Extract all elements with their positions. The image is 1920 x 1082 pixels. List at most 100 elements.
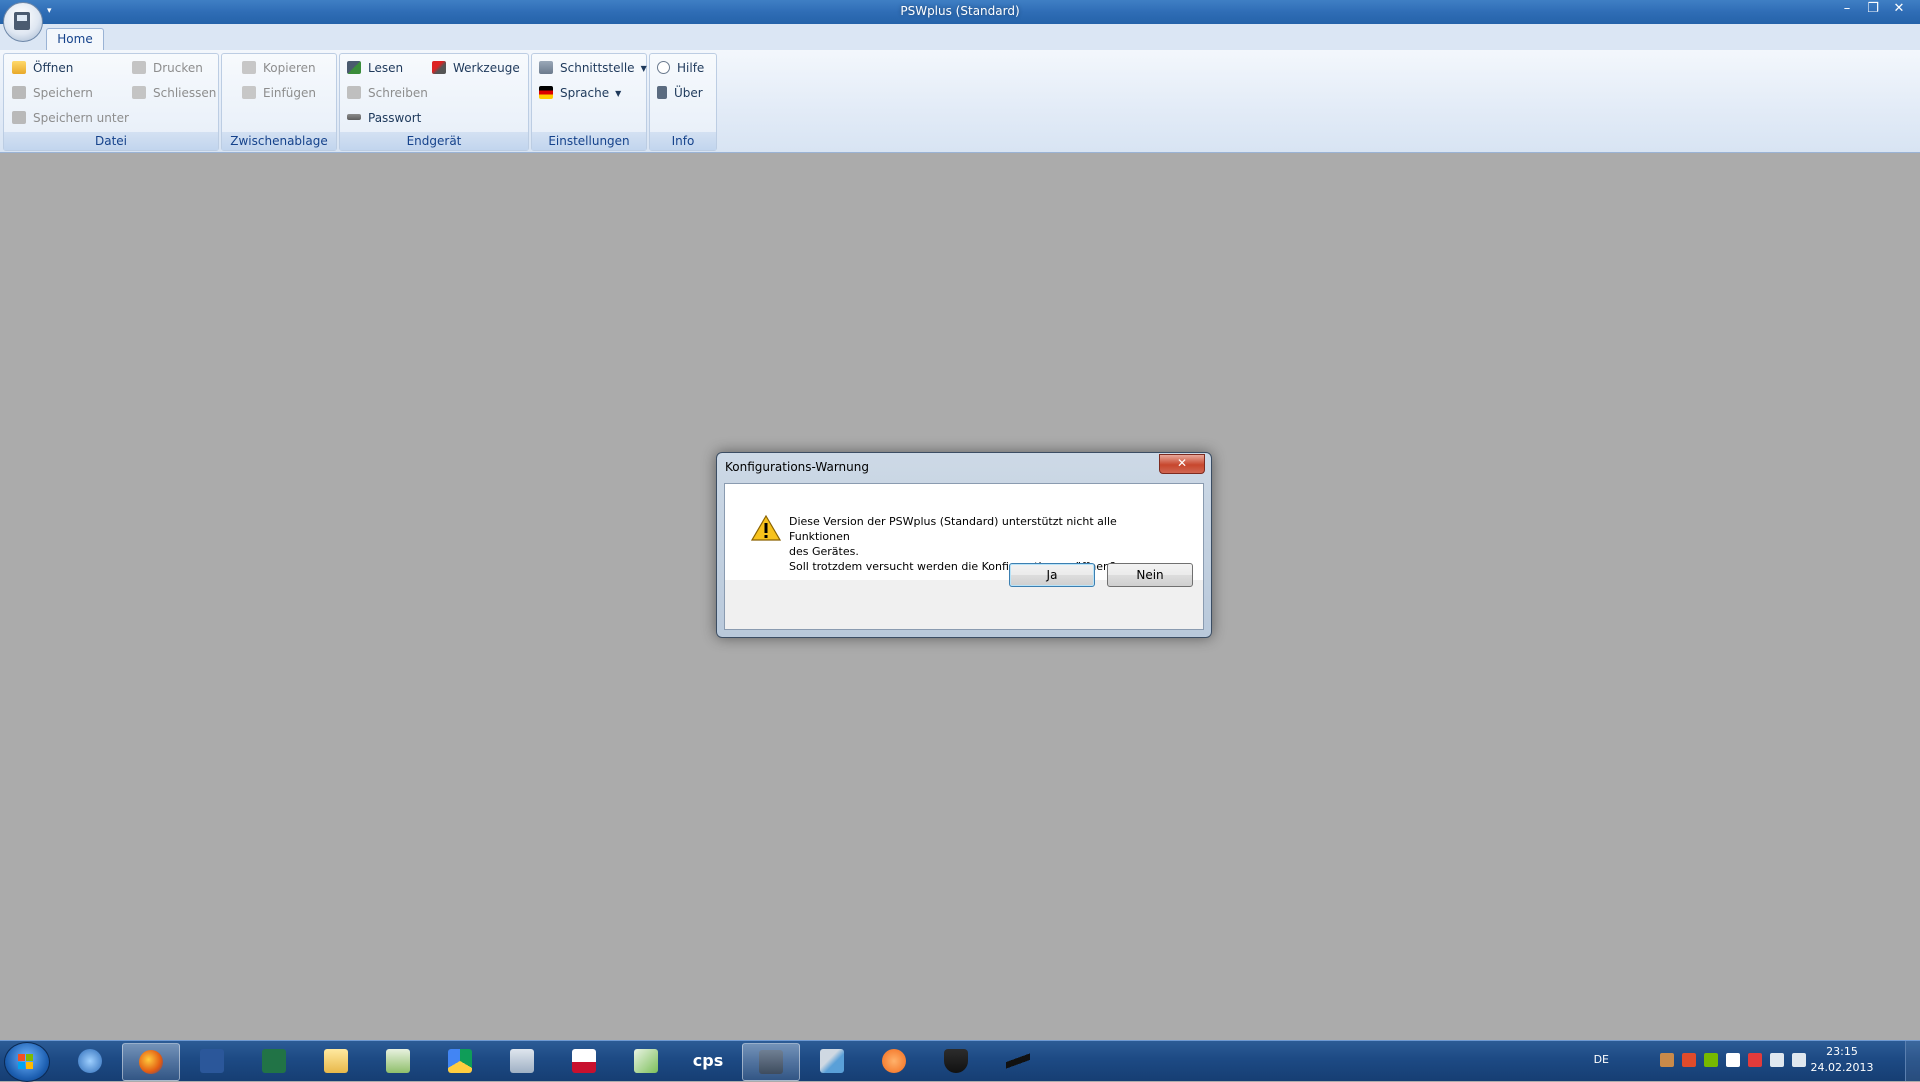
ribbon-tabstrip: Home	[0, 24, 1920, 51]
close-document-label: Schliessen	[153, 86, 217, 100]
restore-button[interactable]: ❐	[1860, 0, 1886, 18]
taskbar-item-bird-app[interactable]	[990, 1043, 1046, 1079]
open-command[interactable]: Öffnen	[12, 58, 73, 78]
quick-access-toolbar-dropdown-icon[interactable]: ▾	[47, 6, 52, 16]
network-signal-icon[interactable]	[1770, 1053, 1784, 1067]
close-document-command[interactable]: Schliessen	[132, 83, 216, 103]
config-warning-dialog: Konfigurations-Warnung ✕ Diese Version d…	[716, 452, 1212, 638]
dialog-message-line: des Gerätes.	[789, 545, 859, 558]
word-icon	[200, 1049, 224, 1073]
key-icon	[347, 114, 361, 120]
bird-app-icon	[1006, 1049, 1030, 1073]
paste-command[interactable]: Einfügen	[242, 83, 316, 103]
ribbon-group-label-datei: Datei	[4, 132, 218, 150]
interface-icon	[539, 61, 553, 74]
tray-app-icon[interactable]	[1660, 1053, 1674, 1067]
taskbar-item-mail[interactable]	[618, 1043, 674, 1079]
save-icon	[12, 86, 26, 99]
save-as-icon	[12, 111, 26, 124]
about-command[interactable]: Über	[657, 83, 703, 103]
tab-home[interactable]: Home	[46, 28, 104, 51]
ribbon-group-einstellungen: Schnittstelle ▼ Sprache ▼ Einstellungen	[531, 53, 647, 151]
no-button[interactable]: Nein	[1107, 563, 1193, 587]
help-command[interactable]: Hilfe	[657, 58, 704, 78]
ribbon-group-endgeraet: Lesen Schreiben Passwort Werkzeuge Endge…	[339, 53, 529, 151]
pswplus-icon	[759, 1050, 783, 1074]
read-device-icon	[347, 61, 361, 74]
tools-label: Werkzeuge	[453, 61, 520, 75]
nvidia-icon[interactable]	[1704, 1053, 1718, 1067]
copy-label: Kopieren	[263, 61, 316, 75]
save-command[interactable]: Speichern	[12, 83, 93, 103]
taskbar-item-explorer[interactable]	[308, 1043, 364, 1079]
print-command[interactable]: Drucken	[132, 58, 203, 78]
tray-flag-icon[interactable]	[1726, 1053, 1740, 1067]
about-label: Über	[674, 86, 703, 100]
read-command[interactable]: Lesen	[347, 58, 403, 78]
save-as-command[interactable]: Speichern unter	[12, 108, 129, 128]
thunderbird-icon	[78, 1049, 102, 1073]
write-command[interactable]: Schreiben	[347, 83, 428, 103]
dialog-title: Konfigurations-Warnung	[725, 460, 869, 474]
taskbar-item-pswplus[interactable]	[742, 1043, 800, 1081]
action-center-icon[interactable]	[1748, 1053, 1762, 1067]
taskbar-item-network-tool[interactable]	[804, 1043, 860, 1079]
dialog-close-button[interactable]: ✕	[1159, 454, 1205, 474]
print-label: Drucken	[153, 61, 203, 75]
paste-label: Einfügen	[263, 86, 316, 100]
tools-icon	[432, 61, 446, 74]
taskbar: cps DE 23:15 24.02.2013	[0, 1040, 1920, 1082]
clock[interactable]: 23:15 24.02.2013	[1810, 1044, 1874, 1076]
ribbon-group-zwischenablage: Kopieren Einfügen Zwischenablage	[221, 53, 337, 151]
ribbon-group-info: Hilfe Über Info	[649, 53, 717, 151]
mail-icon	[634, 1049, 658, 1073]
taskbar-item-calculator[interactable]	[494, 1043, 550, 1079]
minimize-button[interactable]: –	[1834, 0, 1860, 18]
copy-command[interactable]: Kopieren	[242, 58, 316, 78]
network-tool-icon	[820, 1049, 844, 1073]
language-dropdown[interactable]: Sprache ▼	[539, 83, 621, 103]
about-icon	[657, 86, 667, 99]
paste-icon	[242, 86, 256, 99]
avast-icon	[882, 1049, 906, 1073]
write-device-icon	[347, 86, 361, 99]
application-menu-button[interactable]	[3, 2, 43, 42]
chevron-down-icon: ▼	[640, 64, 647, 73]
tools-command[interactable]: Werkzeuge	[432, 58, 520, 78]
ribbon: Öffnen Speichern Speichern unter Drucken…	[0, 50, 1920, 153]
close-button[interactable]: ✕	[1886, 0, 1912, 18]
dialog-body: Diese Version der PSWplus (Standard) unt…	[724, 483, 1204, 630]
taskbar-item-excel[interactable]	[246, 1043, 302, 1079]
ribbon-group-label-einstellungen: Einstellungen	[532, 132, 646, 150]
interface-label: Schnittstelle	[560, 61, 635, 75]
taskbar-item-word[interactable]	[184, 1043, 240, 1079]
taskbar-item-pdf[interactable]	[556, 1043, 612, 1079]
windows-logo-icon	[18, 1054, 34, 1070]
taskbar-item-google-drive[interactable]	[432, 1043, 488, 1079]
taskbar-item-checkmark-app[interactable]	[370, 1043, 426, 1079]
pswplus-icon	[14, 12, 30, 30]
pdf-icon	[572, 1049, 596, 1073]
password-command[interactable]: Passwort	[347, 108, 421, 128]
read-label: Lesen	[368, 61, 404, 75]
calculator-icon	[510, 1049, 534, 1073]
taskbar-item-thunderbird[interactable]	[62, 1043, 118, 1079]
tray-antivirus-icon[interactable]	[1682, 1053, 1696, 1067]
taskbar-item-avast[interactable]	[866, 1043, 922, 1079]
language-indicator[interactable]: DE	[1594, 1053, 1609, 1066]
taskbar-item-shield-app[interactable]	[928, 1043, 984, 1079]
language-label: Sprache	[560, 86, 610, 100]
yes-button[interactable]: Ja	[1009, 563, 1095, 587]
tray-icons	[1660, 1053, 1806, 1067]
chevron-down-icon: ▼	[615, 89, 622, 98]
excel-icon	[262, 1049, 286, 1073]
volume-icon[interactable]	[1792, 1053, 1806, 1067]
german-flag-icon	[539, 86, 553, 99]
show-desktop-button[interactable]	[1905, 1041, 1920, 1081]
interface-dropdown[interactable]: Schnittstelle ▼	[539, 58, 647, 78]
taskbar-item-cps[interactable]: cps	[680, 1043, 736, 1079]
ribbon-group-label-endgeraet: Endgerät	[340, 132, 528, 150]
write-label: Schreiben	[368, 86, 428, 100]
taskbar-item-firefox[interactable]	[122, 1043, 180, 1081]
start-button[interactable]	[4, 1042, 50, 1082]
